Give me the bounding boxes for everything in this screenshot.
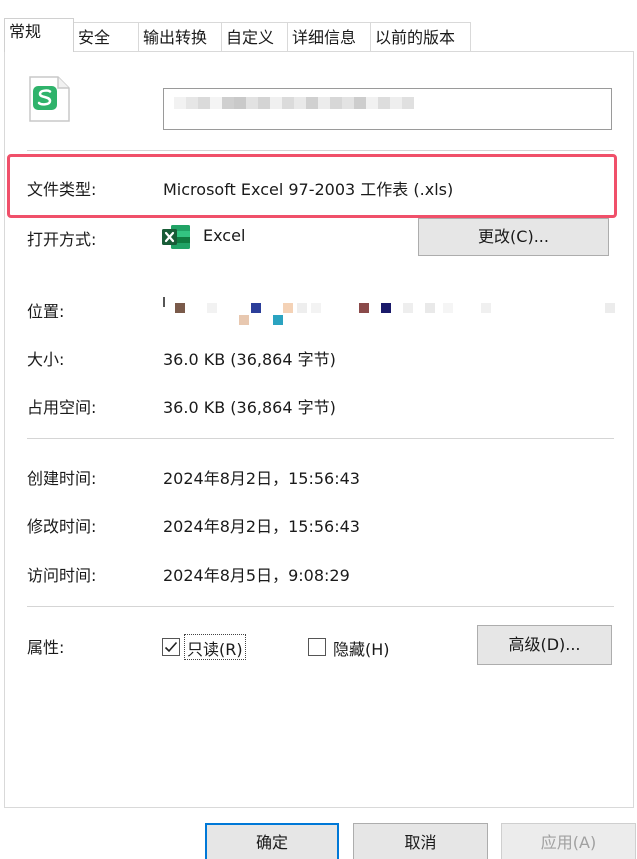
tab-security[interactable]: 安全 — [73, 22, 139, 52]
checkmark-icon — [164, 641, 178, 653]
tab-previous-versions[interactable]: 以前的版本 — [370, 22, 471, 52]
redacted-location-path — [163, 297, 623, 327]
tab-bar: 常规 安全 输出转换 自定义 详细信息 以前的版本 — [0, 18, 637, 52]
advanced-button[interactable]: 高级(D)... — [477, 625, 612, 665]
cancel-button[interactable]: 取消 — [353, 823, 488, 859]
tab-output-convert-label: 输出转换 — [143, 28, 208, 47]
modified-label: 修改时间: — [27, 517, 97, 536]
created-label: 创建时间: — [27, 469, 97, 488]
tab-previous-versions-label: 以前的版本 — [375, 28, 456, 47]
size-value: 36.0 KB (36,864 字节) — [163, 350, 336, 369]
tab-security-label: 安全 — [78, 28, 111, 47]
modified-value: 2024年8月2日，15:56:43 — [163, 517, 360, 536]
accessed-value: 2024年8月5日，9:08:29 — [163, 566, 350, 585]
excel-icon — [162, 225, 190, 249]
ok-button[interactable]: 确定 — [205, 823, 339, 859]
location-label: 位置: — [27, 302, 65, 321]
tab-details[interactable]: 详细信息 — [287, 22, 371, 52]
readonly-label[interactable]: 只读(R) — [187, 636, 243, 660]
open-with-highlight-box — [7, 154, 617, 218]
tab-custom[interactable]: 自定义 — [221, 22, 288, 52]
file-name-input[interactable] — [163, 88, 612, 130]
file-properties-dialog: 常规 安全 输出转换 自定义 详细信息 以前的版本 文件类型: Microsof… — [0, 0, 637, 859]
tab-details-label: 详细信息 — [292, 28, 357, 47]
change-button[interactable]: 更改(C)... — [418, 218, 609, 256]
accessed-label: 访问时间: — [27, 566, 97, 585]
open-with-app-name: Excel — [203, 226, 246, 245]
divider-bottom — [27, 606, 614, 607]
tab-general[interactable]: 常规 — [4, 18, 74, 52]
disk-size-value: 36.0 KB (36,864 字节) — [163, 398, 336, 417]
hidden-checkbox[interactable] — [308, 638, 326, 656]
size-label: 大小: — [27, 350, 65, 369]
apply-button[interactable]: 应用(A) — [501, 823, 636, 859]
redacted-file-name — [174, 97, 414, 109]
hidden-label[interactable]: 隐藏(H) — [333, 636, 390, 660]
tab-custom-label: 自定义 — [226, 28, 275, 47]
wps-spreadsheet-file-icon — [29, 76, 70, 122]
open-with-label: 打开方式: — [27, 230, 97, 249]
disk-size-label: 占用空间: — [27, 398, 97, 417]
created-value: 2024年8月2日，15:56:43 — [163, 469, 360, 488]
divider-top — [27, 150, 614, 151]
tab-general-label: 常规 — [9, 22, 42, 41]
attributes-label: 属性: — [27, 638, 65, 657]
divider-middle — [27, 438, 614, 439]
readonly-checkbox[interactable] — [162, 638, 180, 656]
tab-output-convert[interactable]: 输出转换 — [138, 22, 222, 52]
